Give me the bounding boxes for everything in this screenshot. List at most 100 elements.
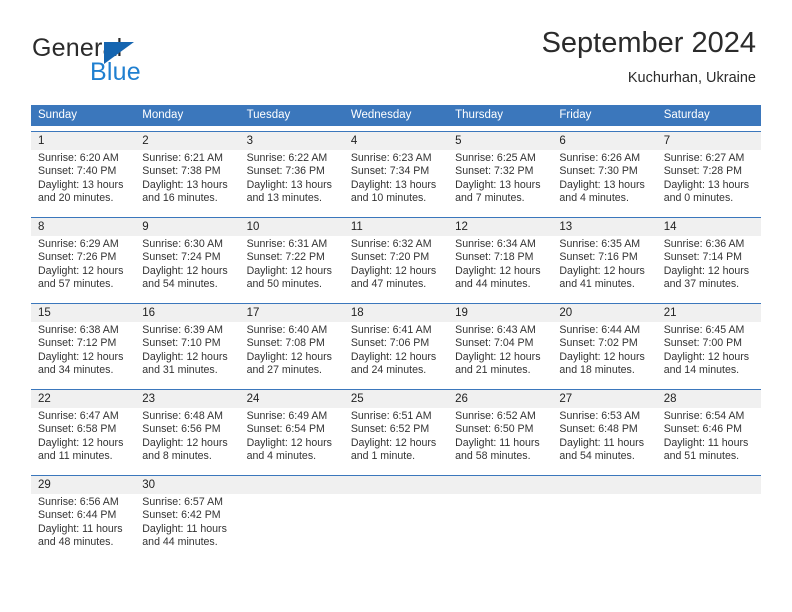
week-body-band: Sunrise: 6:56 AM Sunset: 6:44 PM Dayligh… xyxy=(31,494,761,556)
sunset-text: Sunset: 7:36 PM xyxy=(246,165,325,178)
sunset-text: Sunset: 6:58 PM xyxy=(38,423,117,436)
sunset-text: Sunset: 7:20 PM xyxy=(350,251,430,264)
day-cell: Sunrise: 6:36 AM Sunset: 7:14 PM Dayligh… xyxy=(657,236,761,298)
daylight-text-line1: Daylight: 13 hours xyxy=(350,178,437,191)
daylight-text-line1: Daylight: 12 hours xyxy=(350,264,437,277)
sunrise-text: Sunrise: 6:52 AM xyxy=(455,410,536,422)
day-cell: Sunrise: 6:35 AM Sunset: 7:16 PM Dayligh… xyxy=(552,236,656,298)
page-subtitle-location: Kuchurhan, Ukraine xyxy=(627,70,756,86)
sunset-text: Sunset: 7:14 PM xyxy=(663,251,743,264)
calendar-grid: Sunday Monday Tuesday Wednesday Thursday… xyxy=(31,105,761,556)
day-number: 7 xyxy=(663,135,671,147)
sunset-text: Sunset: 7:32 PM xyxy=(455,165,534,178)
day-cell: Sunrise: 6:48 AM Sunset: 6:56 PM Dayligh… xyxy=(135,408,239,470)
daylight-text-line1: Daylight: 12 hours xyxy=(142,264,228,277)
day-cell: Sunrise: 6:41 AM Sunset: 7:06 PM Dayligh… xyxy=(344,322,448,384)
week-daynumber-band: 29 30 xyxy=(31,476,761,494)
page-header: General Blue September 2024 Kuchurhan, U… xyxy=(0,0,792,100)
sunrise-text: Sunrise: 6:31 AM xyxy=(246,238,328,250)
sunset-text: Sunset: 6:52 PM xyxy=(350,423,430,436)
sunset-text: Sunset: 6:56 PM xyxy=(142,423,221,436)
daylight-text-line1: Daylight: 12 hours xyxy=(38,350,124,363)
sunrise-text: Sunrise: 6:43 AM xyxy=(455,324,536,336)
sunrise-text: Sunrise: 6:45 AM xyxy=(663,324,745,336)
title-block: September 2024 Kuchurhan, Ukraine xyxy=(542,26,756,88)
sunrise-text: Sunrise: 6:39 AM xyxy=(142,324,223,336)
week-row: 8 9 10 11 12 13 14 Sunrise: 6:29 AM Suns… xyxy=(31,217,761,298)
sunset-text: Sunset: 7:18 PM xyxy=(455,251,534,264)
daylight-text-line2: and 1 minute. xyxy=(350,450,416,463)
sunset-text: Sunset: 7:06 PM xyxy=(350,337,430,350)
sunset-text: Sunset: 7:24 PM xyxy=(142,251,221,264)
daylight-text-line2: and 34 minutes. xyxy=(38,364,114,377)
daylight-text-line1: Daylight: 12 hours xyxy=(142,436,228,449)
day-cell: Sunrise: 6:38 AM Sunset: 7:12 PM Dayligh… xyxy=(31,322,135,384)
daylight-text-line2: and 4 minutes. xyxy=(246,450,317,463)
day-cell: Sunrise: 6:47 AM Sunset: 6:58 PM Dayligh… xyxy=(31,408,135,470)
day-cell: Sunrise: 6:56 AM Sunset: 6:44 PM Dayligh… xyxy=(31,494,135,556)
daylight-text-line2: and 11 minutes. xyxy=(38,450,113,463)
day-number xyxy=(552,476,656,494)
day-cell-empty xyxy=(448,494,552,556)
day-number xyxy=(240,476,344,494)
day-number: 9 xyxy=(142,221,149,233)
day-number: 26 xyxy=(455,393,468,405)
day-number: 6 xyxy=(559,135,566,147)
sunrise-text: Sunrise: 6:29 AM xyxy=(38,238,119,250)
sunrise-text: Sunrise: 6:49 AM xyxy=(246,410,328,422)
daylight-text-line1: Daylight: 12 hours xyxy=(350,350,437,363)
day-number: 19 xyxy=(455,307,468,319)
sunrise-text: Sunrise: 6:30 AM xyxy=(142,238,223,250)
day-cell-empty xyxy=(240,494,344,556)
daylight-text-line2: and 41 minutes. xyxy=(559,278,635,291)
sunset-text: Sunset: 7:16 PM xyxy=(559,251,638,264)
sunset-text: Sunset: 6:44 PM xyxy=(38,509,117,522)
weekday-header-thursday: Thursday xyxy=(455,109,504,121)
daylight-text-line2: and 20 minutes. xyxy=(38,192,114,205)
daylight-text-line2: and 51 minutes. xyxy=(663,450,740,463)
daylight-text-line2: and 54 minutes. xyxy=(559,450,635,463)
daylight-text-line2: and 16 minutes. xyxy=(142,192,218,205)
sunset-text: Sunset: 6:48 PM xyxy=(559,423,638,436)
sunset-text: Sunset: 6:46 PM xyxy=(663,423,743,436)
sunrise-text: Sunrise: 6:48 AM xyxy=(142,410,223,422)
sunset-text: Sunset: 6:54 PM xyxy=(246,423,325,436)
day-cell: Sunrise: 6:29 AM Sunset: 7:26 PM Dayligh… xyxy=(31,236,135,298)
sunset-text: Sunset: 6:50 PM xyxy=(455,423,534,436)
day-cell: Sunrise: 6:57 AM Sunset: 6:42 PM Dayligh… xyxy=(135,494,239,556)
day-number: 29 xyxy=(38,479,51,491)
day-cell: Sunrise: 6:51 AM Sunset: 6:52 PM Dayligh… xyxy=(344,408,448,470)
sunrise-text: Sunrise: 6:26 AM xyxy=(559,152,641,164)
daylight-text-line1: Daylight: 12 hours xyxy=(38,436,124,449)
week-row: 15 16 17 18 19 20 21 Sunrise: 6:38 AM Su… xyxy=(31,303,761,384)
day-cell: Sunrise: 6:52 AM Sunset: 6:50 PM Dayligh… xyxy=(448,408,552,470)
day-cell: Sunrise: 6:45 AM Sunset: 7:00 PM Dayligh… xyxy=(657,322,761,384)
day-number: 23 xyxy=(142,393,156,405)
day-number: 17 xyxy=(246,307,260,319)
day-number: 16 xyxy=(142,307,156,319)
sunrise-text: Sunrise: 6:44 AM xyxy=(559,324,641,336)
sunrise-text: Sunrise: 6:38 AM xyxy=(38,324,119,336)
day-cell: Sunrise: 6:23 AM Sunset: 7:34 PM Dayligh… xyxy=(344,150,448,212)
daylight-text-line2: and 8 minutes. xyxy=(142,450,212,463)
day-number: 20 xyxy=(559,307,573,319)
sunrise-text: Sunrise: 6:47 AM xyxy=(38,410,119,422)
week-body-band: Sunrise: 6:29 AM Sunset: 7:26 PM Dayligh… xyxy=(31,236,761,298)
week-row: 22 23 24 25 26 27 28 Sunrise: 6:47 AM Su… xyxy=(31,389,761,470)
weekday-header-row: Sunday Monday Tuesday Wednesday Thursday… xyxy=(31,105,761,126)
weekday-header-wednesday: Wednesday xyxy=(350,109,412,121)
day-number: 10 xyxy=(246,221,260,233)
day-cell: Sunrise: 6:27 AM Sunset: 7:28 PM Dayligh… xyxy=(657,150,761,212)
day-number: 18 xyxy=(350,307,364,319)
daylight-text-line2: and 14 minutes. xyxy=(663,364,740,377)
day-cell: Sunrise: 6:53 AM Sunset: 6:48 PM Dayligh… xyxy=(552,408,656,470)
daylight-text-line2: and 21 minutes. xyxy=(455,364,531,377)
sunset-text: Sunset: 7:02 PM xyxy=(559,337,638,350)
daylight-text-line1: Daylight: 12 hours xyxy=(455,350,541,363)
day-cell: Sunrise: 6:25 AM Sunset: 7:32 PM Dayligh… xyxy=(448,150,552,212)
day-cell-empty xyxy=(344,494,448,556)
sunset-text: Sunset: 7:04 PM xyxy=(455,337,534,350)
daylight-text-line1: Daylight: 11 hours xyxy=(663,436,749,449)
daylight-text-line2: and 57 minutes. xyxy=(38,278,114,291)
sunrise-text: Sunrise: 6:22 AM xyxy=(246,152,328,164)
